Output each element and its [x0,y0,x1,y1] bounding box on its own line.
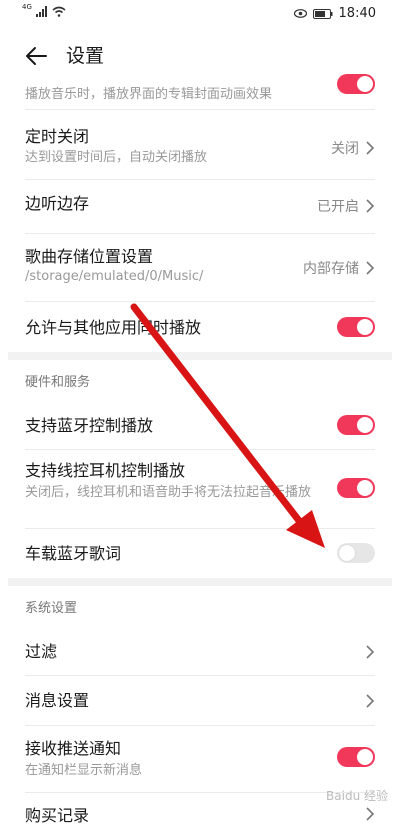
mix-playback-toggle[interactable] [337,317,375,337]
row-divider [25,725,375,726]
wired-control-subtitle: 关闭后，线控耳机和语音助手将无法拉起音乐播放 [25,485,312,500]
network-type: 4G [22,3,32,11]
row-divider [25,449,375,450]
row-divider [25,675,375,676]
push-notify-toggle[interactable] [337,747,375,767]
push-notify-title: 接收推送通知 [25,739,122,758]
album-animation-row[interactable]: 播放音乐时，播放界面的专辑封面动画效果 [25,74,375,110]
signal-icon [35,6,47,17]
timer-close-value[interactable]: 关闭 [331,138,375,158]
page-title: 设置 [66,45,105,67]
purchase-history-title: 购买记录 [25,806,90,825]
filter-title: 过滤 [25,642,58,661]
row-value: 关闭 [331,141,359,157]
system-section-label: 系统设置 [25,601,78,616]
row-divider [25,179,375,180]
row-value: 已开启 [317,199,359,215]
push-notify-subtitle: 在通知栏显示新消息 [25,763,143,778]
cache-value[interactable]: 已开启 [317,196,375,216]
message-settings-chevron-icon[interactable] [365,693,375,709]
message-settings-title: 消息设置 [25,691,90,710]
mix-playback-title: 允许与其他应用同时播放 [25,318,202,337]
clock: 18:40 [338,6,376,21]
battery-icon [312,8,333,19]
back-arrow-icon[interactable] [22,42,50,70]
timer-close-subtitle: 达到设置时间后，自动关闭播放 [25,150,208,165]
status-bar: 4G 18:40 [0,0,400,28]
hardware-section-label: 硬件和服务 [25,375,91,390]
row-divider [25,528,375,529]
row-value: 内部存储 [303,261,359,277]
timer-close-title: 定时关闭 [25,127,90,146]
row-divider [25,233,375,234]
car-lyrics-title: 车载蓝牙歌词 [25,544,122,563]
bt-control-title: 支持蓝牙控制播放 [25,416,154,435]
purchase-history-chevron-icon[interactable] [365,806,375,822]
car-lyrics-toggle[interactable] [337,543,375,563]
album-animation-toggle[interactable] [337,74,375,94]
settings-list: 播放音乐时，播放界面的专辑封面动画效果 [0,74,400,110]
row-divider [25,792,375,793]
storage-value[interactable]: 内部存储 [303,258,375,278]
storage-subtitle: /storage/emulated/0/Music/ [25,269,204,284]
bt-control-toggle[interactable] [337,415,375,435]
chevron-right-icon [366,141,375,155]
wifi-icon [52,6,66,17]
row-subtitle: 播放音乐时，播放界面的专辑封面动画效果 [25,87,273,102]
storage-title: 歌曲存储位置设置 [25,247,154,266]
wired-control-toggle[interactable] [337,478,375,498]
row-divider [25,301,375,302]
section-divider [8,352,392,360]
chevron-right-icon [366,261,375,275]
wired-control-title: 支持线控耳机控制播放 [25,461,186,480]
section-divider [8,578,392,586]
watermark: Baidu 经验 [326,789,388,803]
cache-title: 边听边存 [25,194,90,213]
filter-chevron-icon[interactable] [365,644,375,660]
app-header: 设置 [0,34,400,78]
chevron-right-icon [366,199,375,213]
eye-icon [293,9,307,18]
